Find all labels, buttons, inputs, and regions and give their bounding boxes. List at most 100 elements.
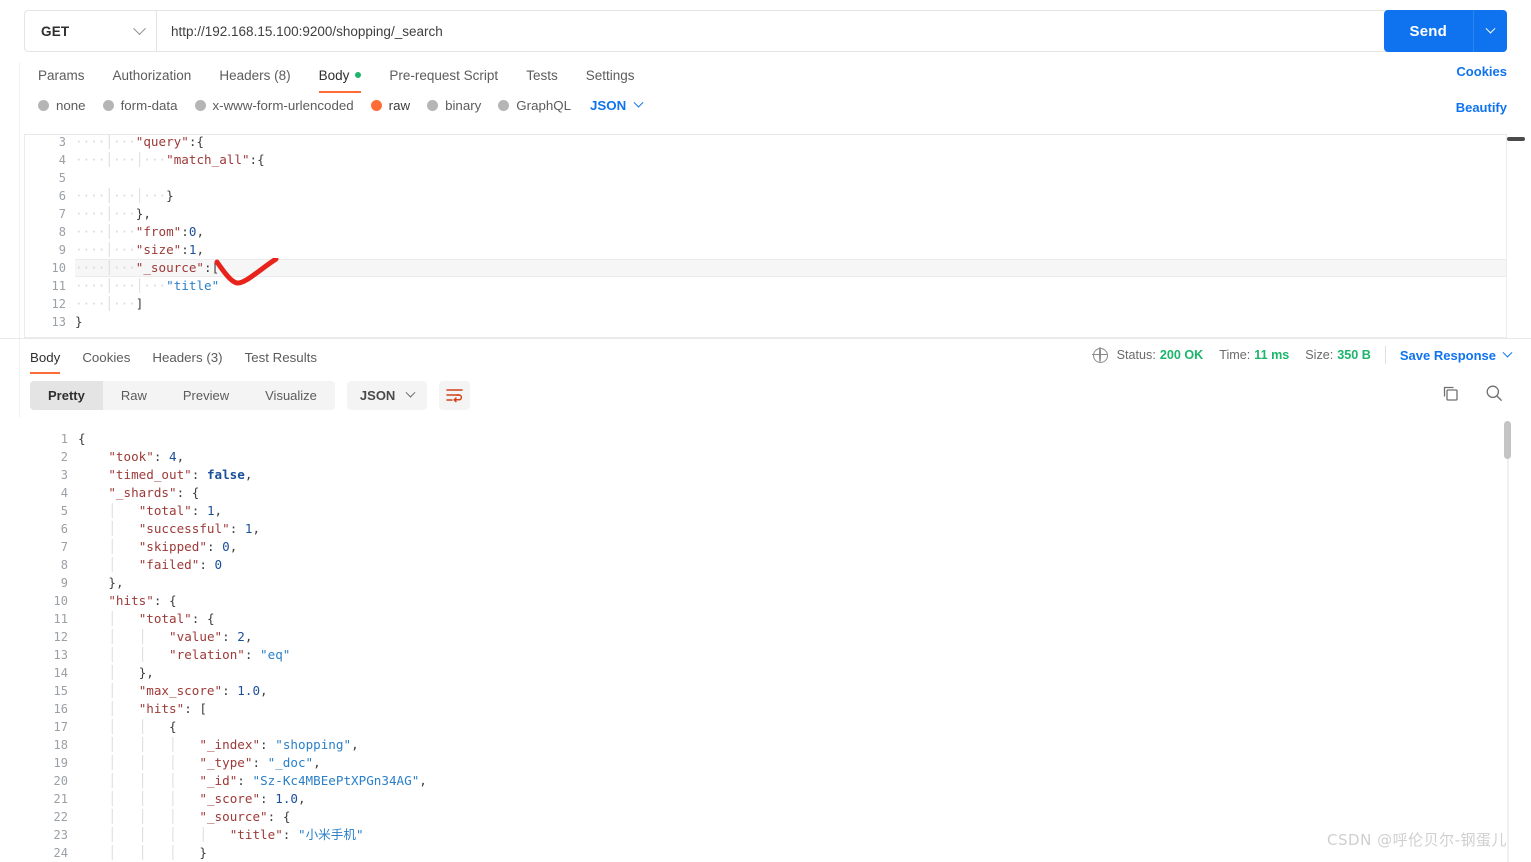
code-line: │ │ │ "_source": { <box>108 809 291 824</box>
body-type-options: none form-data x-www-form-urlencoded raw bin… <box>38 97 644 113</box>
request-tab-body[interactable]: Body <box>305 60 376 93</box>
code-line: │ }, <box>108 665 154 680</box>
line-number: 13 <box>53 648 68 662</box>
http-method-select[interactable]: GET <box>24 10 156 52</box>
code-line: ····│···│···"title" <box>75 278 220 293</box>
response-view-pretty[interactable]: Pretty <box>30 381 103 410</box>
response-format-select[interactable]: JSON <box>346 381 428 410</box>
response-line-numbers: 1234567891011121314151617181920212223242… <box>0 430 78 862</box>
code-line: │ │ "value": 2, <box>108 629 253 644</box>
line-number: 15 <box>53 684 68 698</box>
line-number: 21 <box>53 792 68 806</box>
request-code-area[interactable]: ····│···"query":{····│···│···"match_all"… <box>75 134 1506 335</box>
response-body-viewer[interactable]: 1234567891011121314151617181920212223242… <box>0 418 1531 862</box>
url-input[interactable]: http://192.168.15.100:9200/shopping/_sea… <box>156 10 1504 52</box>
send-options-button[interactable] <box>1473 10 1507 52</box>
code-line: │ │ │ "_id": "Sz-Kc4MBEePtXPGn34AG", <box>108 773 427 788</box>
line-number: 24 <box>53 846 68 860</box>
send-group: Send <box>1383 10 1507 52</box>
code-line: { <box>78 431 86 446</box>
send-button[interactable]: Send <box>1383 10 1473 52</box>
response-tab-headers-3[interactable]: Headers (3) <box>141 344 233 370</box>
request-tab-pre-request-script[interactable]: Pre-request Script <box>375 60 512 90</box>
wrap-lines-button[interactable] <box>439 381 471 410</box>
line-number: 2 <box>60 450 68 464</box>
url-input-group: GET http://192.168.15.100:9200/shopping/… <box>24 10 1504 52</box>
chevron-down-icon <box>1502 347 1513 358</box>
response-view-preview[interactable]: Preview <box>165 381 247 410</box>
request-line-numbers: 3 4 5 6 7 8 9 10 11 12 13 <box>25 135 75 335</box>
request-body-editor[interactable]: 3 4 5 6 7 8 9 10 11 12 13 ····│···"query":{····│··… <box>24 134 1507 338</box>
cookies-link[interactable]: Cookies <box>1456 64 1507 79</box>
request-tab-tests[interactable]: Tests <box>512 60 572 90</box>
line-number: 11 <box>51 279 66 293</box>
chevron-down-icon <box>633 97 644 108</box>
line-number: 5 <box>58 171 66 185</box>
radio-icon <box>194 100 206 111</box>
response-tab-cookies[interactable]: Cookies <box>71 344 141 370</box>
body-type-raw[interactable]: raw <box>370 98 411 113</box>
response-scrollbar-thumb[interactable] <box>1504 421 1511 459</box>
code-line: │ │ │ "_score": 1.0, <box>108 791 306 806</box>
code-line: ····│···"from":0, <box>75 224 205 239</box>
request-url-bar: GET http://192.168.15.100:9200/shopping/… <box>0 0 1531 62</box>
body-type-form-data[interactable]: form-data <box>102 98 178 113</box>
request-tab-label: Tests <box>526 67 558 83</box>
http-method-label: GET <box>41 23 70 39</box>
time-label: Time: <box>1219 348 1251 362</box>
body-type-none[interactable]: none <box>38 98 86 113</box>
line-number: 6 <box>60 522 68 536</box>
response-tab-body[interactable]: Body <box>30 344 71 374</box>
line-number: 6 <box>58 189 66 203</box>
code-line: }, <box>108 575 124 590</box>
response-code-area[interactable]: { "took": 4, "timed_out": false, "_shard… <box>78 430 1531 862</box>
line-number: 8 <box>60 558 68 572</box>
response-tab-test-results[interactable]: Test Results <box>234 344 328 370</box>
body-type-label: GraphQL <box>516 98 571 113</box>
request-tab-authorization[interactable]: Authorization <box>99 60 206 90</box>
body-type-label: raw <box>388 98 411 113</box>
code-line: │ │ "relation": "eq" <box>108 647 291 662</box>
line-number: 20 <box>53 774 68 788</box>
response-status-bar: Status: 200 OK Time: 11 ms Size: 350 B S… <box>1092 346 1513 364</box>
divider <box>1384 346 1386 364</box>
code-line: ····│···│···} <box>75 188 174 203</box>
body-type-graphql[interactable]: GraphQL <box>498 98 571 113</box>
response-view-visualize[interactable]: Visualize <box>247 381 335 410</box>
code-line: ····│···] <box>75 296 144 311</box>
line-number: 9 <box>60 576 68 590</box>
code-line: ····│···"query":{ <box>75 134 205 149</box>
request-tab-settings[interactable]: Settings <box>572 60 649 90</box>
code-line: ····│···}, <box>75 206 151 221</box>
code-line: │ "failed": 0 <box>108 557 223 572</box>
body-type-x-www-form-urlencoded[interactable]: x-www-form-urlencoded <box>194 98 354 113</box>
line-number: 1 <box>60 432 68 446</box>
beautify-link[interactable]: Beautify <box>1456 100 1507 115</box>
request-tab-params[interactable]: Params <box>38 60 99 90</box>
code-line: │ "skipped": 0, <box>108 539 238 554</box>
request-editor-scrollbar[interactable] <box>1507 137 1525 141</box>
chevron-down-icon <box>1485 23 1496 34</box>
body-type-label: x-www-form-urlencoded <box>212 98 354 113</box>
body-format-select[interactable]: JSON <box>590 97 644 113</box>
response-format-label: JSON <box>359 388 396 403</box>
code-line: ····│···"_source":[ <box>75 259 1506 277</box>
response-scrollbar-track <box>1507 421 1509 862</box>
body-type-binary[interactable]: binary <box>427 98 481 113</box>
search-icon[interactable] <box>1485 384 1503 402</box>
response-action-icons <box>1442 384 1503 402</box>
code-line: } <box>75 314 83 329</box>
request-tab-label: Body <box>318 67 350 83</box>
line-number: 23 <box>53 828 68 842</box>
response-view-raw[interactable]: Raw <box>103 381 165 410</box>
code-line: │ │ │ "_type": "_doc", <box>108 755 321 770</box>
code-line: "hits": { <box>108 593 177 608</box>
copy-icon[interactable] <box>1442 385 1459 402</box>
code-line: │ │ │ } <box>108 845 207 860</box>
request-tab-headers-8[interactable]: Headers (8) <box>205 60 304 90</box>
body-format-label: JSON <box>590 98 627 113</box>
save-response-button[interactable]: Save Response <box>1400 347 1513 363</box>
request-tab-label: Params <box>38 67 85 83</box>
body-type-label: none <box>56 98 86 113</box>
